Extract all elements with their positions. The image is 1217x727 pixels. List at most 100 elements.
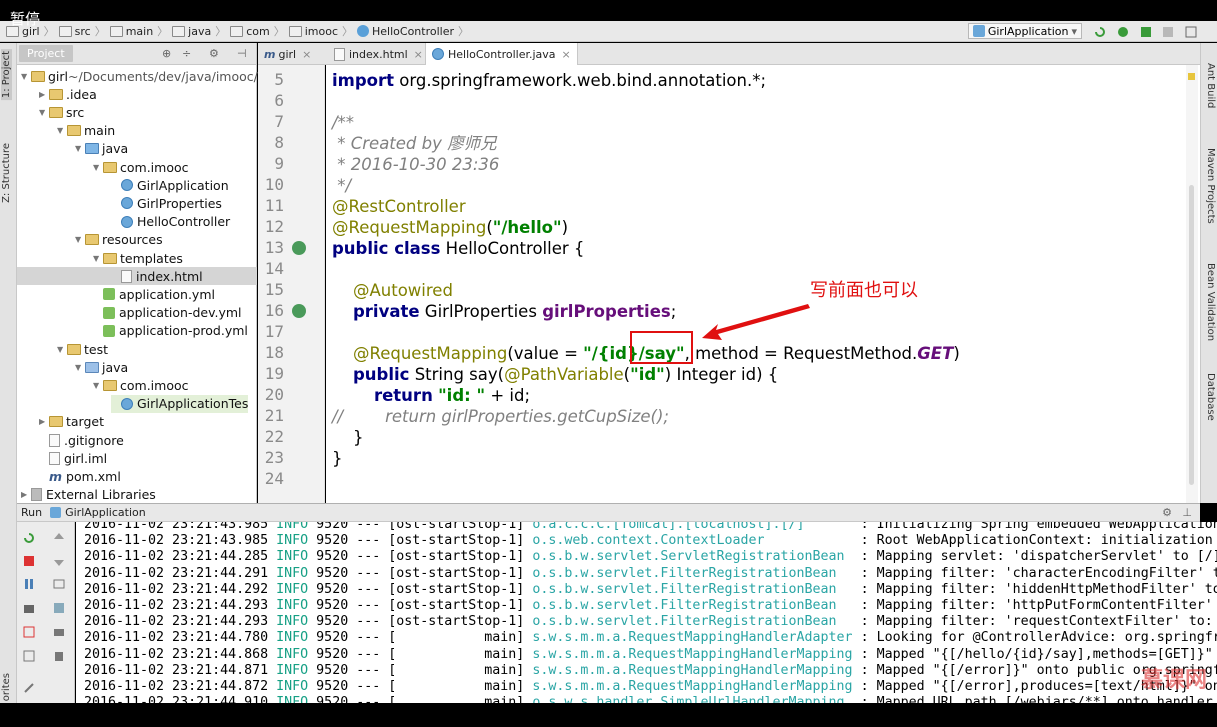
log-thread: 9520 --- [ main] <box>308 662 533 678</box>
collapse-arrow-icon[interactable]: ▶ <box>21 490 31 499</box>
editor-tab[interactable]: HelloController.java × <box>425 43 578 65</box>
gear-icon[interactable]: ⚙ <box>1162 506 1172 519</box>
rerun-icon[interactable] <box>1093 25 1107 38</box>
exit-icon[interactable] <box>23 626 36 638</box>
tree-item[interactable]: ▼ java <box>75 358 128 376</box>
gear-icon[interactable]: ⚙ <box>209 47 219 60</box>
tree-item[interactable]: ▶ target <box>39 413 104 431</box>
structure-tool-tab[interactable]: Z: Structure <box>1 143 12 203</box>
tree-item[interactable]: ▼ girl ~/Documents/dev/java/imooc/ <box>21 67 258 85</box>
ant-build-tool-tab[interactable]: Ant Build <box>1205 63 1216 108</box>
settings-icon[interactable]: ⊕ <box>162 47 171 60</box>
tree-item[interactable]: HelloController <box>111 213 230 231</box>
expand-arrow-icon[interactable]: ▼ <box>93 163 103 172</box>
sync-icon[interactable] <box>1184 25 1198 38</box>
tree-item[interactable]: ▼ java <box>75 140 128 158</box>
soft-wrap-icon[interactable] <box>53 578 66 590</box>
editor-scrollbar[interactable] <box>1186 65 1198 503</box>
editor-tab[interactable]: index.html × <box>328 43 429 65</box>
hide-icon[interactable]: ⊣ <box>237 47 247 60</box>
favorites-tool-tab[interactable]: orites <box>1 673 12 701</box>
editor-tab[interactable]: m girl × <box>258 43 317 65</box>
tree-item[interactable]: ▶ External Libraries <box>21 486 156 504</box>
folder-icon <box>103 379 117 391</box>
run-configuration-select[interactable]: GirlApplication ▾ <box>967 23 1082 39</box>
tree-item[interactable]: ▼ src <box>39 103 84 121</box>
down-arrow-icon[interactable] <box>53 555 66 567</box>
tree-item[interactable]: ▼ com.imooc <box>93 376 189 394</box>
autowired-icon[interactable] <box>292 304 306 318</box>
tree-item-label: GirlProperties <box>137 195 222 211</box>
tree-item[interactable]: application-prod.yml <box>93 322 248 340</box>
project-tool-tab[interactable]: 1: Project <box>1 49 12 101</box>
stop-icon[interactable] <box>23 555 36 567</box>
maven-projects-tool-tab[interactable]: Maven Projects <box>1205 148 1216 224</box>
tree-item-label: index.html <box>136 268 203 284</box>
trash-icon[interactable] <box>53 650 66 662</box>
tree-item[interactable]: girl.iml <box>39 449 107 467</box>
code-editor[interactable]: import org.springframework.web.bind.anno… <box>326 65 1200 503</box>
breadcrumb-item[interactable]: com 〉 <box>228 23 287 39</box>
rerun-icon[interactable] <box>23 532 36 544</box>
folder-icon <box>85 234 99 246</box>
expand-arrow-icon[interactable]: ▼ <box>93 381 103 390</box>
debug-icon[interactable] <box>1116 25 1130 38</box>
tree-item[interactable]: ▼ main <box>57 122 115 140</box>
tree-item[interactable]: m pom.xml <box>39 467 121 485</box>
breadcrumb-item[interactable]: HelloController 〉 <box>355 23 471 39</box>
pause-icon[interactable] <box>23 578 36 590</box>
expand-arrow-icon[interactable]: ▼ <box>75 144 85 153</box>
collapse-arrow-icon[interactable]: ▶ <box>39 90 49 99</box>
tree-item[interactable]: ▼ test <box>57 340 108 358</box>
project-view-tab[interactable]: Project <box>19 45 73 62</box>
breadcrumb-item[interactable]: java 〉 <box>170 23 228 39</box>
tree-item[interactable]: GirlProperties <box>111 194 222 212</box>
tree-item[interactable]: ▼ resources <box>75 231 163 249</box>
coverage-icon[interactable] <box>1139 25 1153 38</box>
hide-icon[interactable]: ⊥ <box>1182 506 1192 519</box>
tree-item[interactable]: index.html <box>17 267 257 286</box>
scroll-to-end-icon[interactable] <box>53 602 66 614</box>
layout-icon[interactable] <box>23 650 36 662</box>
line-number: 22 <box>264 427 284 446</box>
breadcrumb-item[interactable]: main 〉 <box>108 23 170 39</box>
print-icon[interactable] <box>53 626 66 638</box>
collapse-arrow-icon[interactable]: ▶ <box>39 417 49 426</box>
log-level: INFO <box>276 533 309 549</box>
tree-item-label: GirlApplicationTes <box>137 396 249 412</box>
tree-item[interactable]: application.yml <box>93 285 215 303</box>
tree-item[interactable]: ▶ .idea <box>39 85 97 103</box>
expand-arrow-icon[interactable]: ▼ <box>21 72 31 81</box>
breadcrumb-item[interactable]: src 〉 <box>57 23 108 39</box>
collapse-icon[interactable]: ÷ <box>182 47 191 60</box>
expand-arrow-icon[interactable]: ▼ <box>75 363 85 372</box>
tree-item[interactable]: GirlApplication <box>111 176 229 194</box>
tree-item[interactable]: GirlApplicationTes <box>111 394 249 413</box>
close-icon[interactable]: × <box>414 48 423 61</box>
expand-arrow-icon[interactable]: ▼ <box>39 108 49 117</box>
up-arrow-icon[interactable] <box>53 532 66 544</box>
project-path: ~/Documents/dev/java/imooc/ <box>68 68 258 84</box>
tree-item[interactable]: ▼ com.imooc <box>93 158 189 176</box>
close-icon[interactable]: × <box>562 48 571 61</box>
bean-validation-tool-tab[interactable]: Bean Validation <box>1205 263 1216 341</box>
tree-item[interactable]: application-dev.yml <box>93 304 242 322</box>
expand-arrow-icon[interactable]: ▼ <box>75 235 85 244</box>
line-number: 15 <box>264 280 284 299</box>
database-tool-tab[interactable]: Database <box>1205 373 1216 421</box>
line-number: 18 <box>264 343 284 362</box>
camera-icon[interactable] <box>23 602 36 614</box>
chevron-right-icon: 〉 <box>342 25 354 38</box>
stop-icon[interactable] <box>1161 25 1175 38</box>
class-icon <box>121 215 133 228</box>
pin-icon[interactable] <box>23 682 36 694</box>
bean-icon[interactable] <box>292 241 306 255</box>
expand-arrow-icon[interactable]: ▼ <box>57 345 67 354</box>
close-icon[interactable]: × <box>302 48 311 61</box>
tree-item[interactable]: .gitignore <box>39 431 124 449</box>
tree-item[interactable]: ▼ templates <box>93 249 183 267</box>
breadcrumb-item[interactable]: imooc 〉 <box>287 23 355 39</box>
expand-arrow-icon[interactable]: ▼ <box>57 126 67 135</box>
console-output[interactable]: 2016-11-02 23:21:43.985 INFO 9520 --- [o… <box>76 522 1217 703</box>
expand-arrow-icon[interactable]: ▼ <box>93 254 103 263</box>
